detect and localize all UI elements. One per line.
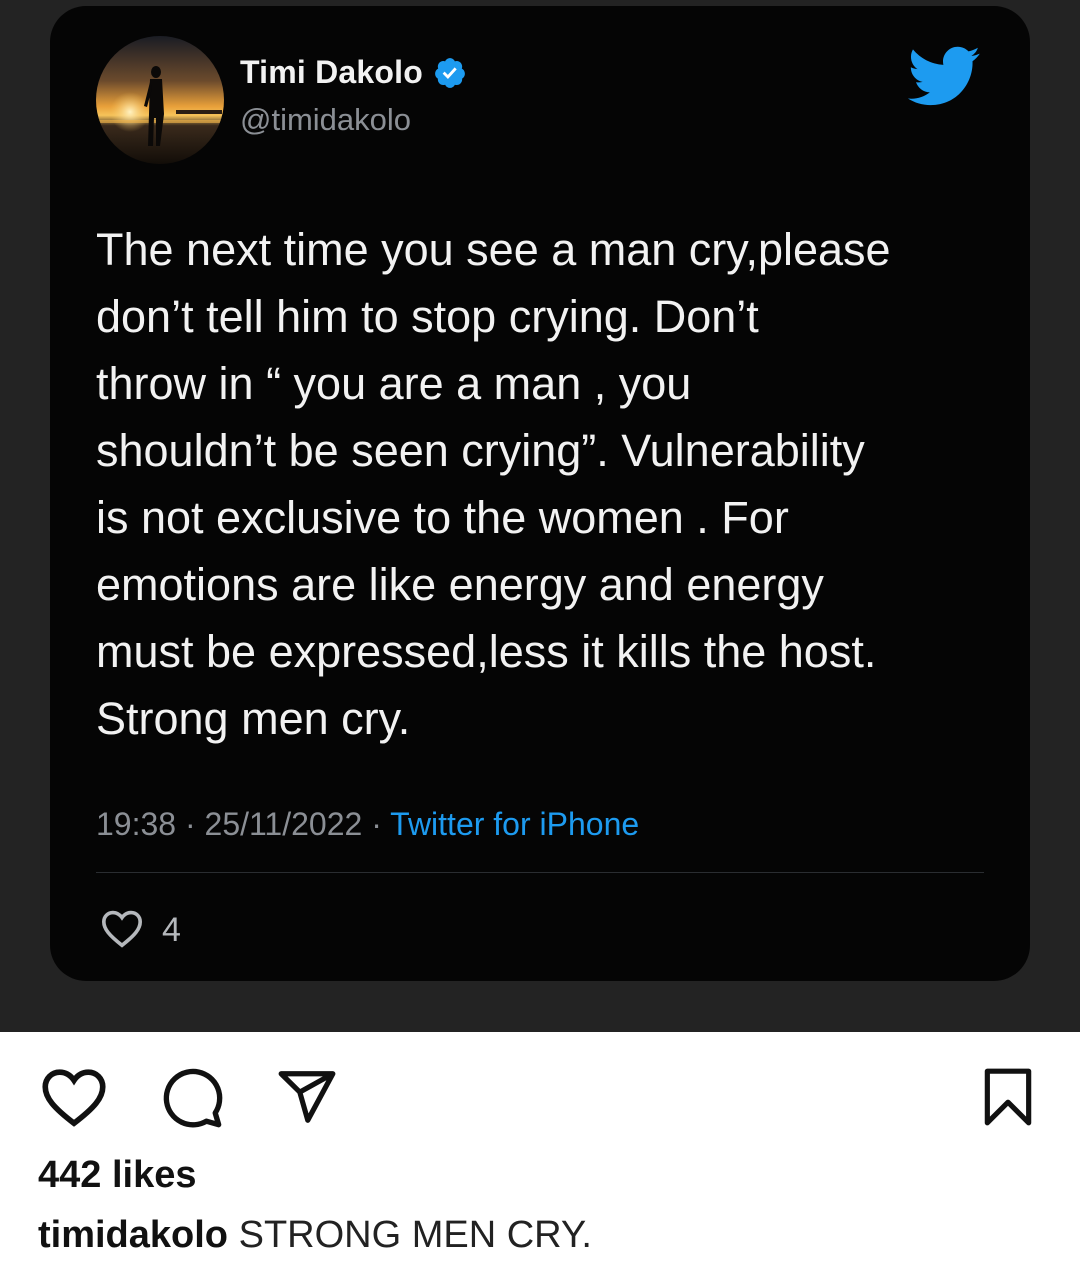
tweet-text: The next time you see a man cry,please d… xyxy=(96,224,891,744)
tweet-meta: 19:38 · 25/11/2022 · Twitter for iPhone xyxy=(96,806,639,843)
tweet-like-group[interactable]: 4 xyxy=(100,908,181,953)
tweet-like-count: 4 xyxy=(162,911,181,949)
meta-separator: · xyxy=(371,806,382,842)
tweet-date[interactable]: 25/11/2022 xyxy=(205,806,363,842)
tweet-time[interactable]: 19:38 xyxy=(96,806,176,842)
caption-username[interactable]: timidakolo xyxy=(38,1214,228,1256)
comment-icon[interactable] xyxy=(160,1066,224,1135)
caption: timidakolo STRONG MEN CRY. xyxy=(38,1214,592,1257)
tweet-source[interactable]: Twitter for iPhone xyxy=(390,806,639,842)
twitter-bird-icon xyxy=(905,44,981,108)
handle[interactable]: @timidakolo xyxy=(240,102,411,138)
bookmark-icon[interactable] xyxy=(980,1066,1036,1133)
display-name[interactable]: Timi Dakolo xyxy=(240,54,423,91)
post-action-bar xyxy=(0,1060,1080,1140)
heart-icon[interactable] xyxy=(40,1066,108,1133)
post-media: Timi Dakolo @timidakolo The next time yo… xyxy=(0,0,1080,1032)
verified-badge-icon xyxy=(433,56,467,90)
caption-text: STRONG MEN CRY. xyxy=(238,1214,592,1256)
avatar xyxy=(96,36,224,164)
paper-plane-icon[interactable] xyxy=(276,1066,338,1133)
likes-count[interactable]: 442 likes xyxy=(38,1154,196,1197)
heart-outline-icon[interactable] xyxy=(100,908,144,953)
author-row: Timi Dakolo xyxy=(240,54,467,91)
divider xyxy=(96,872,984,873)
tweet-card: Timi Dakolo @timidakolo The next time yo… xyxy=(50,6,1030,981)
meta-separator: · xyxy=(184,806,196,842)
